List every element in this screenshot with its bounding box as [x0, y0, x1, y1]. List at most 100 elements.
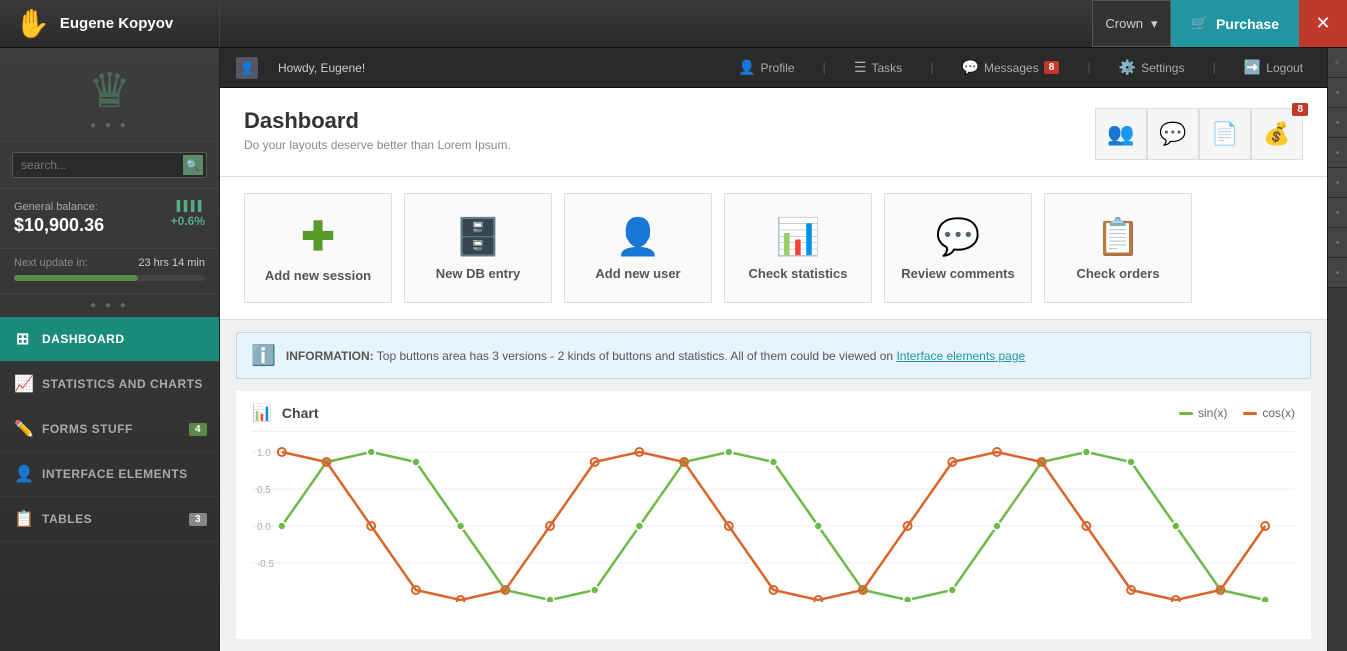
main-content: 👤 Howdy, Eugene! 👤 Profile | ☰ Tasks | 💬…	[220, 48, 1327, 651]
right-panel-item-4[interactable]: ▪	[1328, 168, 1347, 198]
action-label: New DB entry	[436, 266, 521, 281]
sidebar-dots2: ● ● ●	[0, 294, 219, 317]
statistics-icon: 📈	[14, 374, 32, 394]
action-add-session[interactable]: ✚ Add new session	[244, 193, 392, 303]
dashboard-icon: ⊞	[14, 329, 32, 349]
billing-badge: 8	[1292, 103, 1308, 116]
purchase-label: Purchase	[1216, 16, 1279, 32]
tasks-icon: ☰	[854, 59, 867, 76]
chart-area: 1.0 0.5 0.0 -0.5	[252, 442, 1295, 602]
logout-icon: ➡️	[1244, 59, 1261, 76]
dash-comments-button[interactable]: 💬	[1147, 108, 1199, 160]
search-button[interactable]: 🔍	[183, 155, 203, 175]
divider-4: |	[1212, 60, 1215, 75]
legend-cos: cos(x)	[1243, 406, 1295, 420]
messages-nav[interactable]: 💬 Messages 8	[954, 48, 1068, 87]
svg-text:0.0: 0.0	[257, 522, 271, 533]
user-name: Eugene Kopyov	[60, 15, 173, 32]
chart-header: 📊 Chart sin(x) cos(x)	[252, 403, 1295, 432]
action-new-db[interactable]: 🗄️ New DB entry	[404, 193, 552, 303]
chart-legend: sin(x) cos(x)	[1179, 406, 1295, 420]
balance-label: General balance:	[14, 201, 104, 213]
profile-nav[interactable]: 👤 Profile	[730, 48, 802, 87]
logo-icon: ✋	[15, 7, 50, 40]
right-panel-item-2[interactable]: ▪	[1328, 108, 1347, 138]
action-label: Add new session	[265, 268, 371, 283]
sidebar-search-area: 🔍	[0, 142, 219, 189]
settings-nav[interactable]: ⚙️ Settings	[1111, 48, 1193, 87]
crown-logo-icon: ♛	[88, 68, 131, 116]
action-label: Review comments	[901, 266, 1014, 281]
cart-icon: 🛒	[1191, 15, 1208, 32]
search-input[interactable]	[12, 152, 207, 178]
chart-title: Chart	[282, 405, 319, 421]
sidebar-item-label: Tables	[42, 512, 92, 526]
tables-badge: 3	[189, 513, 207, 526]
action-check-orders[interactable]: 📋 Check orders	[1044, 193, 1192, 303]
dash-title-area: Dashboard Do your layouts deserve better…	[244, 108, 511, 152]
tables-icon: 📋	[14, 509, 32, 529]
update-label-text: Next update in:	[14, 257, 88, 269]
add-user-icon: 👤	[616, 216, 661, 258]
sidebar-item-label: Interface Elements	[42, 467, 188, 481]
howdy-text: Howdy, Eugene!	[278, 61, 365, 75]
info-link[interactable]: Interface elements page	[896, 349, 1025, 363]
legend-sin: sin(x)	[1179, 406, 1227, 420]
tasks-nav[interactable]: ☰ Tasks	[846, 48, 910, 87]
update-label: Next update in: 23 hrs 14 min	[14, 257, 205, 269]
divider-1: |	[823, 60, 826, 75]
search-wrap: 🔍	[12, 152, 207, 178]
close-icon: ✕	[1315, 13, 1330, 34]
dash-orders-button[interactable]: 📄	[1199, 108, 1251, 160]
update-value: 23 hrs 14 min	[138, 257, 205, 269]
sidebar-item-forms[interactable]: ✏️ Forms Stuff 4	[0, 407, 219, 452]
right-panel-item-3[interactable]: ▪	[1328, 138, 1347, 168]
svg-text:1.0: 1.0	[257, 448, 271, 459]
right-panel-item-6[interactable]: ▪	[1328, 228, 1347, 258]
sub-header: 👤 Howdy, Eugene! 👤 Profile | ☰ Tasks | 💬…	[220, 48, 1327, 88]
right-panel-item-7[interactable]: ▪	[1328, 258, 1347, 288]
right-panel-item-5[interactable]: ▪	[1328, 198, 1347, 228]
sidebar: ♛ ● ● ● 🔍 General balance: $10,900.36 ▌▌…	[0, 48, 220, 651]
forms-icon: ✏️	[14, 419, 32, 439]
legend-dot-sin	[1179, 412, 1193, 415]
sidebar-item-statistics[interactable]: 📈 Statistics and Charts	[0, 362, 219, 407]
legend-label-sin: sin(x)	[1198, 406, 1227, 420]
dash-billing-button[interactable]: 8 💰	[1251, 108, 1303, 160]
sidebar-item-label: Dashboard	[42, 332, 125, 346]
close-button[interactable]: ✕	[1299, 0, 1347, 47]
action-label: Check statistics	[749, 266, 848, 281]
balance-percent: +0.6%	[171, 214, 205, 228]
action-check-stats[interactable]: 📊 Check statistics	[724, 193, 872, 303]
logout-label: Logout	[1266, 61, 1303, 75]
crown-selector[interactable]: Crown ▾	[1092, 0, 1170, 47]
crown-label: Crown	[1105, 16, 1143, 31]
interface-icon: 👤	[14, 464, 32, 484]
info-label: INFORMATION:	[286, 349, 374, 363]
sidebar-item-interface[interactable]: 👤 Interface Elements	[0, 452, 219, 497]
main-layout: ♛ ● ● ● 🔍 General balance: $10,900.36 ▌▌…	[0, 48, 1347, 651]
balance-section: General balance: $10,900.36 ▌▌▌▌ +0.6%	[0, 189, 219, 249]
review-comments-icon: 💬	[936, 216, 981, 258]
action-add-user[interactable]: 👤 Add new user	[564, 193, 712, 303]
action-review-comments[interactable]: 💬 Review comments	[884, 193, 1032, 303]
sidebar-item-dashboard[interactable]: ⊞ Dashboard	[0, 317, 219, 362]
logout-nav[interactable]: ➡️ Logout	[1236, 48, 1311, 87]
right-panel-item-1[interactable]: ▪	[1328, 78, 1347, 108]
dash-users-button[interactable]: 👥	[1095, 108, 1147, 160]
legend-dot-cos	[1243, 412, 1257, 415]
balance-left: General balance: $10,900.36	[14, 201, 104, 236]
chevron-down-icon: ▾	[1151, 16, 1158, 32]
messages-label: Messages	[984, 61, 1039, 75]
settings-label: Settings	[1141, 61, 1184, 75]
info-body: Top buttons area has 3 versions - 2 kind…	[377, 349, 893, 363]
action-label: Check orders	[1076, 266, 1159, 281]
tasks-label: Tasks	[872, 61, 903, 75]
purchase-button[interactable]: 🛒 Purchase	[1171, 0, 1299, 47]
progress-bar-bg	[14, 275, 205, 281]
right-panel: ≡ ▪ ▪ ▪ ▪ ▪ ▪ ▪	[1327, 48, 1347, 651]
svg-text:-0.5: -0.5	[257, 559, 275, 570]
sidebar-item-tables[interactable]: 📋 Tables 3	[0, 497, 219, 542]
messages-icon: 💬	[962, 59, 979, 76]
page-subtitle: Do your layouts deserve better than Lore…	[244, 138, 511, 152]
